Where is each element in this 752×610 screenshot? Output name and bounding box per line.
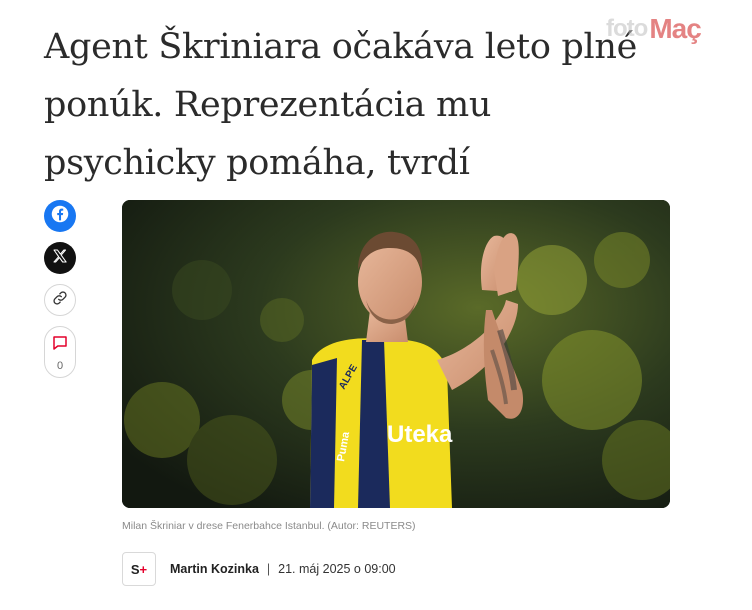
- logo-letter: S: [130, 561, 140, 577]
- byline-separator: |: [266, 562, 271, 576]
- facebook-icon: [51, 205, 69, 228]
- headline-line-1: Agent Škriniara očakáva leto plné: [44, 27, 638, 67]
- comment-icon: [51, 334, 69, 357]
- comment-count: 0: [56, 360, 64, 372]
- image-caption: Milan Škriniar v drese Fenerbahce Istanb…: [122, 520, 416, 532]
- author-name[interactable]: Martin Kozinka: [170, 562, 259, 576]
- logo-plus: +: [139, 561, 148, 577]
- article-headline: Agent Škriniara očakáva leto plné ponúk.…: [44, 18, 684, 192]
- jersey-sponsor: Uteka: [387, 421, 453, 448]
- headline-line-2: ponúk. Reprezentácia mu: [44, 85, 492, 125]
- share-facebook-button[interactable]: [44, 200, 76, 232]
- headline-line-3: psychicky pomáha, tvrdí: [44, 143, 470, 183]
- link-icon: [52, 290, 68, 311]
- share-x-button[interactable]: [44, 242, 76, 274]
- fotomac-watermark: foto Maç: [606, 12, 740, 46]
- watermark-foto: foto: [606, 15, 648, 42]
- publish-date: 21. máj 2025 o 09:00: [278, 562, 396, 576]
- x-icon: [52, 248, 68, 269]
- copy-link-button[interactable]: [44, 284, 76, 316]
- sme-plus-logo[interactable]: S +: [122, 552, 156, 586]
- article-photo[interactable]: Uteka Puma ALPE: [122, 200, 670, 508]
- comments-button[interactable]: 0: [44, 326, 76, 378]
- byline: S + Martin Kozinka | 21. máj 2025 o 09:00: [122, 552, 396, 586]
- watermark-mac: Maç: [649, 13, 701, 44]
